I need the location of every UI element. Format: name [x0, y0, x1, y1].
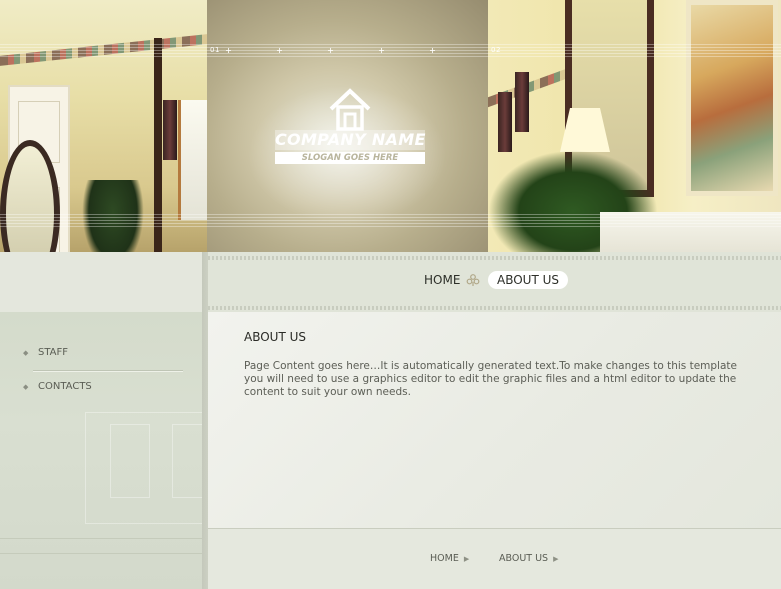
top-nav-home[interactable]: HOME [424, 271, 460, 289]
page-title: ABOUT US [244, 330, 307, 344]
decor-panel [110, 424, 150, 498]
footer-link-label: ABOUT US [499, 553, 549, 564]
fleur-separator-icon [466, 274, 480, 286]
main-content: ABOUT US Page Content goes here…It is au… [208, 312, 781, 528]
house-logo-icon [329, 88, 371, 131]
photo-number-label: 02 [491, 46, 501, 54]
crosshair-icon [430, 48, 435, 53]
crosshair-icon [328, 48, 333, 53]
bullet-icon: ◆ [23, 383, 29, 391]
footer-link-about-us[interactable]: ABOUT US ▶ [499, 553, 558, 564]
header-photo-banner: 01 02 COMPANY NAME SLOGAN GOES HERE [0, 0, 781, 252]
top-nav-about-us-active[interactable]: ABOUT US [488, 271, 569, 289]
curtain-shape [163, 100, 177, 160]
side-nav-label: CONTACTS [38, 381, 92, 392]
photo-number-label: 01 [210, 46, 220, 54]
window-shape [178, 100, 207, 220]
side-nav-label: STAFF [38, 347, 69, 358]
sidebar-footer-lines [0, 538, 202, 554]
arrow-right-icon: ▶ [553, 555, 559, 563]
crosshair-icon [226, 48, 231, 53]
arrow-right-icon: ▶ [463, 555, 470, 563]
crosshair-icon [379, 48, 384, 53]
footer-link-home[interactable]: HOME ▶ [430, 553, 469, 564]
curtain-shape [515, 72, 529, 132]
side-nav-item-staff[interactable]: ◆ STAFF [23, 346, 68, 360]
painting-shape [686, 0, 778, 196]
divider [33, 370, 183, 372]
stripe-band [0, 214, 781, 228]
curtain-shape [498, 92, 512, 152]
company-name: COMPANY NAME [275, 130, 426, 150]
page-body-text: Page Content goes here…It is automatical… [244, 360, 737, 398]
crosshair-icon [277, 48, 282, 53]
footer-link-label: HOME [430, 553, 459, 564]
page: 01 02 COMPANY NAME SLOGAN GOES HERE ◆ STA… [0, 0, 781, 589]
bullet-icon: ◆ [23, 349, 29, 357]
top-nav: HOME ABOUT US [208, 252, 781, 312]
footer: HOME ▶ ABOUT US ▶ [208, 528, 781, 589]
company-slogan: SLOGAN GOES HERE [275, 152, 425, 164]
stripe-band [0, 44, 781, 58]
side-nav-item-contacts[interactable]: ◆ CONTACTS [23, 380, 92, 394]
decor-panel [172, 424, 204, 498]
